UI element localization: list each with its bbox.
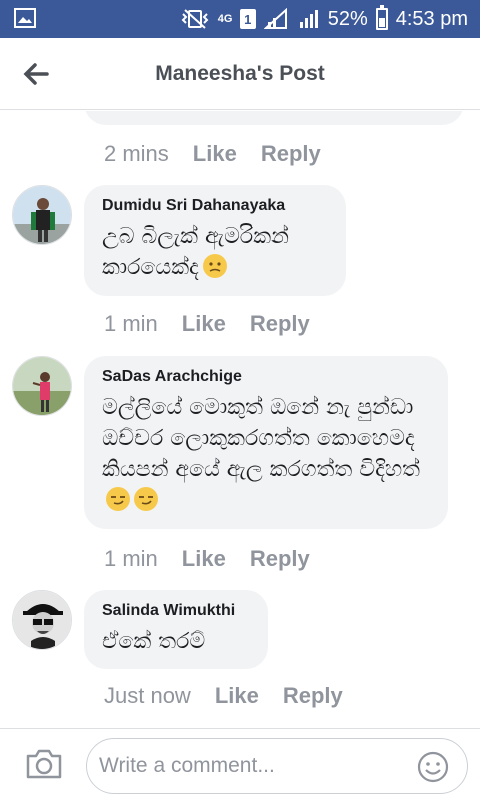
comments-list: 2 mins Like Reply Dumidu Sri Dahanayaka …: [0, 111, 480, 728]
avatar[interactable]: [12, 356, 72, 416]
comment-bubble: SaDas Arachchige මල්ලියේ මොකුත් ඔනේ නැ ප…: [84, 356, 448, 529]
comment-meta: 1 min Like Reply: [104, 546, 334, 572]
confused-face-emoji: [202, 254, 227, 278]
comment-field[interactable]: [86, 738, 468, 794]
like-button[interactable]: Like: [182, 311, 226, 337]
comment-time: Just now: [104, 683, 191, 708]
signal-icon: [298, 8, 320, 30]
comment-bubble: Dumidu Sri Dahanayaka උබ බිලැක් ඇමරිකන් …: [84, 185, 346, 296]
reply-button[interactable]: Reply: [261, 141, 321, 167]
previous-comment-bubble: [84, 111, 464, 125]
comment-input[interactable]: [99, 747, 409, 785]
comment-author[interactable]: Salinda Wimukthi: [102, 602, 250, 620]
comment-time: 1 min: [104, 546, 158, 571]
smiley-icon: [417, 751, 449, 783]
avatar[interactable]: [12, 590, 72, 650]
like-button[interactable]: Like: [182, 546, 226, 572]
network-type: 4G: [217, 13, 233, 25]
like-button[interactable]: Like: [193, 141, 237, 167]
comment-text: ඒකේ තරම්: [102, 629, 206, 654]
comment-time: 2 mins: [104, 141, 169, 166]
camera-button[interactable]: [24, 747, 64, 781]
comment-meta: 2 mins Like Reply: [104, 141, 345, 167]
clock: 4:53 pm: [395, 7, 468, 30]
camera-icon: [26, 749, 62, 779]
like-button[interactable]: Like: [215, 683, 259, 709]
signal-icon: [263, 8, 290, 30]
comment-time: 1 min: [104, 311, 158, 336]
sim-indicator: 1: [239, 9, 256, 29]
comment-bubble: Salinda Wimukthi ඒකේ තරම්: [84, 590, 268, 669]
battery-icon: [375, 5, 388, 30]
avatar[interactable]: [12, 185, 72, 245]
comment-meta: Just now Like Reply: [104, 683, 367, 709]
image-icon: [14, 8, 36, 28]
comment-text: උබ බිලැක් ඇමරිකන් කාරයෙක්ද: [102, 224, 289, 280]
app-bar: Maneesha's Post: [0, 38, 480, 110]
status-bar: 4G 1 52% 4:53 pm: [0, 0, 480, 38]
reply-button[interactable]: Reply: [250, 311, 310, 337]
smirk-face-emoji: [134, 487, 158, 511]
comment-composer: [0, 728, 480, 800]
comment-author[interactable]: SaDas Arachchige: [102, 368, 430, 386]
page-title: Maneesha's Post: [155, 62, 325, 85]
emoji-button[interactable]: [417, 751, 449, 783]
smirk-face-emoji: [106, 487, 130, 511]
reply-button[interactable]: Reply: [283, 683, 343, 709]
comment-meta: 1 min Like Reply: [104, 311, 334, 337]
comment-text: මල්ලියේ මොකුත් ඔනේ නැ පුන්ඩා ඔච්චර ලොකුක…: [102, 392, 430, 516]
mute-vibrate-icon: [180, 8, 210, 30]
reply-button[interactable]: Reply: [250, 546, 310, 572]
comment-author[interactable]: Dumidu Sri Dahanayaka: [102, 197, 328, 215]
battery-percent: 52%: [327, 7, 368, 30]
